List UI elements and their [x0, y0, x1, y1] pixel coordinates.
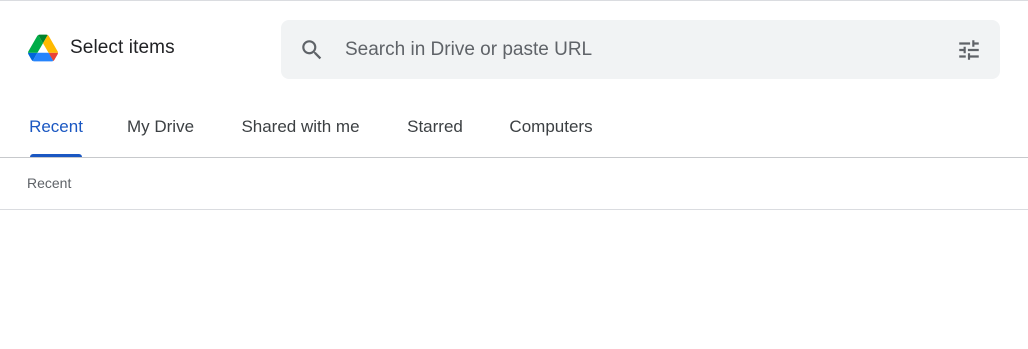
search-icon[interactable]: [299, 37, 325, 63]
search-input[interactable]: [345, 20, 935, 79]
tab-label: Starred: [407, 117, 463, 136]
tune-icon[interactable]: [955, 37, 983, 63]
tab-label: My Drive: [126, 117, 195, 136]
tab-label: Recent: [29, 117, 83, 136]
tab-label: Computers: [509, 117, 593, 136]
search-bar[interactable]: [281, 20, 1000, 79]
tab-shared-with-me[interactable]: Shared with me: [236, 97, 365, 157]
items-list-area: [0, 210, 1028, 349]
tab-computers[interactable]: Computers: [505, 97, 597, 157]
active-tab-indicator: [30, 154, 82, 157]
section-label: Recent: [27, 175, 72, 191]
tab-recent[interactable]: Recent: [27, 97, 85, 157]
page-title: Select items: [70, 37, 175, 58]
picker-header: Select items: [0, 1, 1028, 97]
brand: Select items: [28, 32, 175, 64]
tab-bar: Recent My Drive Shared with me Starred C…: [0, 97, 1028, 158]
google-drive-logo-icon: [28, 34, 58, 62]
tab-starred[interactable]: Starred: [404, 97, 466, 157]
tab-label: Shared with me: [241, 117, 360, 136]
tab-my-drive[interactable]: My Drive: [124, 97, 197, 157]
section-header: Recent: [0, 158, 1028, 210]
